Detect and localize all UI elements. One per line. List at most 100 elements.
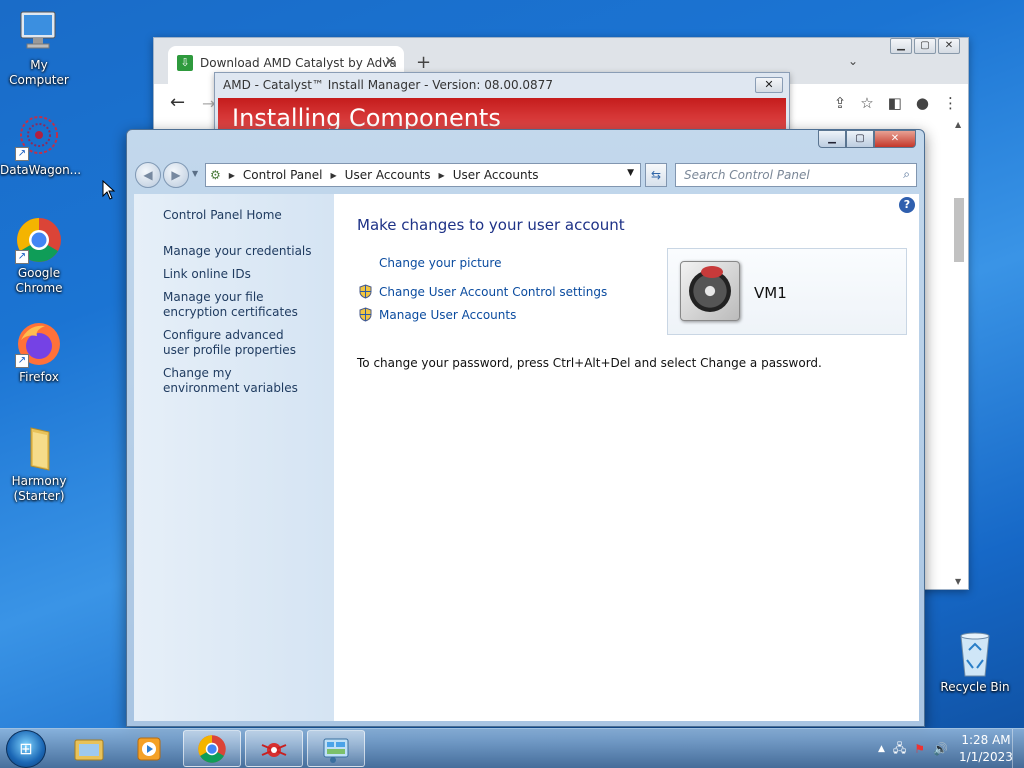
sidebar-item-control-panel-home[interactable]: Control Panel Home (163, 208, 334, 223)
cp-main-content: ? Make changes to your user account Chan… (334, 194, 919, 721)
shortcut-arrow-icon: ↗ (15, 250, 29, 264)
sidebar-item-advanced-profile[interactable]: Configure advanced user profile properti… (163, 328, 303, 358)
uac-shield-icon (359, 307, 372, 322)
minimize-icon[interactable]: ▁ (818, 130, 846, 148)
address-dropdown-icon[interactable]: ▼ (627, 168, 634, 178)
menu-kebab-icon[interactable]: ⋮ (943, 94, 958, 112)
datawagon-icon: ↗ (15, 113, 63, 161)
sidepanel-icon[interactable]: ◧ (888, 94, 902, 112)
help-icon[interactable]: ? (899, 197, 915, 213)
sidebar-item-manage-credentials[interactable]: Manage your credentials (163, 244, 334, 259)
search-placeholder: Search Control Panel (684, 168, 810, 182)
close-icon[interactable]: ✕ (938, 38, 960, 54)
taskbar-control-panel-button[interactable] (307, 730, 365, 767)
search-icon[interactable]: ⌕ (903, 167, 910, 182)
desktop-icon-datawagon[interactable]: ↗ DataWagon... (0, 113, 82, 178)
start-button[interactable]: ⊞ (6, 730, 46, 768)
chrome-icon (198, 735, 226, 763)
refresh-icon[interactable]: ⇆ (645, 163, 667, 187)
show-hidden-icons-icon[interactable]: ▲ (878, 744, 885, 754)
breadcrumb-arrow-icon[interactable]: ▶ (229, 171, 235, 180)
desktop-icon-label: Google Chrome (15, 266, 63, 295)
amd-installer-icon (261, 743, 287, 757)
mouse-cursor-icon (102, 180, 116, 200)
scroll-up-icon[interactable]: ▲ (955, 120, 961, 129)
password-instructions: To change your password, press Ctrl+Alt+… (357, 356, 822, 370)
breadcrumb-control-panel[interactable]: Control Panel (243, 168, 323, 182)
taskbar-amd-installer-button[interactable] (245, 730, 303, 767)
tab-title: Download AMD Catalyst by Adva (200, 56, 397, 70)
maximize-icon[interactable]: ▢ (846, 130, 874, 148)
amd-window-title: AMD - Catalyst™ Install Manager - Versio… (223, 78, 553, 92)
uac-settings-link[interactable]: Change User Account Control settings (379, 285, 607, 299)
share-icon[interactable]: ⇪ (834, 94, 847, 112)
amd-banner: Installing Components (218, 98, 786, 131)
new-tab-button[interactable]: + (416, 52, 431, 73)
recent-pages-icon[interactable]: ▼ (192, 169, 198, 178)
scrollbar-thumb[interactable] (954, 198, 964, 262)
amd-installer-window: AMD - Catalyst™ Install Manager - Versio… (214, 72, 790, 132)
maximize-icon[interactable]: ▢ (914, 38, 936, 54)
manage-user-accounts-link[interactable]: Manage User Accounts (379, 308, 516, 322)
chrome-scrollbar[interactable]: ▲ ▼ (952, 120, 966, 590)
search-input[interactable]: Search Control Panel ⌕ (675, 163, 917, 187)
cp-caption-buttons: ▁ ▢ ✕ (818, 130, 916, 148)
desktop-icon-label: DataWagon... (0, 163, 82, 177)
media-player-icon (137, 737, 161, 761)
forward-button[interactable]: ▶ (163, 162, 189, 188)
shortcut-arrow-icon: ↗ (15, 147, 29, 161)
control-panel-icon: ⚙ (210, 168, 221, 182)
back-arrow-icon[interactable]: ← (170, 92, 185, 113)
uac-shield-icon (359, 284, 372, 299)
profile-avatar-icon[interactable]: ● (916, 94, 929, 112)
back-button[interactable]: ◀ (135, 162, 161, 188)
show-desktop-button[interactable] (1012, 729, 1024, 768)
desktop-icon-label: Recycle Bin (940, 680, 1010, 694)
folder-icon (15, 424, 63, 472)
desktop-icon-harmony[interactable]: Harmony (Starter) (0, 424, 78, 504)
user-picture[interactable] (680, 261, 740, 321)
bookmark-star-icon[interactable]: ☆ (860, 94, 873, 112)
action-center-flag-icon[interactable]: ⚑ (914, 742, 925, 756)
desktop-icon-google-chrome[interactable]: ↗ Google Chrome (0, 216, 78, 296)
breadcrumb-arrow-icon[interactable]: ▶ (439, 171, 445, 180)
close-icon[interactable]: ✕ (755, 77, 783, 93)
close-tab-icon[interactable]: ✕ (384, 54, 396, 70)
sidebar-item-environment-variables[interactable]: Change my environment variables (163, 366, 303, 396)
close-icon[interactable]: ✕ (874, 130, 916, 148)
cp-sidebar: Control Panel Home Manage your credentia… (134, 194, 334, 721)
computer-icon (15, 8, 63, 56)
tab-search-chevron-icon[interactable]: ⌄ (848, 54, 858, 68)
scroll-down-icon[interactable]: ▼ (955, 577, 961, 586)
clock-time: 1:28 AM (961, 733, 1011, 747)
desktop-icon-label: My Computer (9, 58, 69, 87)
taskbar-media-player-button[interactable] (120, 730, 178, 767)
change-picture-link[interactable]: Change your picture (379, 256, 501, 270)
address-bar[interactable]: ⚙ ▶ Control Panel ▶ User Accounts ▶ User… (205, 163, 641, 187)
breadcrumb-user-accounts-current[interactable]: User Accounts (453, 168, 539, 182)
control-panel-window: ▁ ▢ ✕ ◀ ▶ ▼ ⚙ ▶ Control Panel ▶ User Acc… (126, 129, 925, 727)
taskbar-chrome-button[interactable] (183, 730, 241, 767)
record-label (701, 266, 723, 278)
breadcrumb-arrow-icon[interactable]: ▶ (331, 171, 337, 180)
clock-date: 1/1/2023 (959, 750, 1013, 764)
download-icon: ⇩ (177, 55, 193, 71)
minimize-icon[interactable]: ▁ (890, 38, 912, 54)
sidebar-item-file-encryption[interactable]: Manage your file encryption certificates (163, 290, 323, 320)
volume-icon[interactable]: 🔊 (933, 742, 948, 756)
folder-icon (74, 739, 104, 761)
network-icon[interactable]: 🖧 (893, 739, 906, 760)
shortcut-arrow-icon: ↗ (15, 354, 29, 368)
desktop-icon-recycle-bin[interactable]: Recycle Bin (936, 630, 1014, 695)
clock[interactable]: 1:28 AM 1/1/2023 (956, 732, 1016, 766)
sidebar-item-link-online-ids[interactable]: Link online IDs (163, 267, 334, 282)
breadcrumb-user-accounts[interactable]: User Accounts (345, 168, 431, 182)
desktop-icon-label: Firefox (19, 370, 59, 384)
chrome-toolbar-icons: ⇪ ☆ ◧ ● ⋮ (834, 94, 958, 112)
desktop-icon-label: Harmony (Starter) (11, 474, 67, 503)
desktop-icon-my-computer[interactable]: My Computer (0, 8, 78, 88)
page-title: Make changes to your user account (357, 216, 625, 234)
control-panel-icon (323, 738, 349, 763)
desktop-icon-firefox[interactable]: ↗ Firefox (0, 320, 78, 385)
taskbar-explorer-button[interactable] (60, 730, 118, 767)
